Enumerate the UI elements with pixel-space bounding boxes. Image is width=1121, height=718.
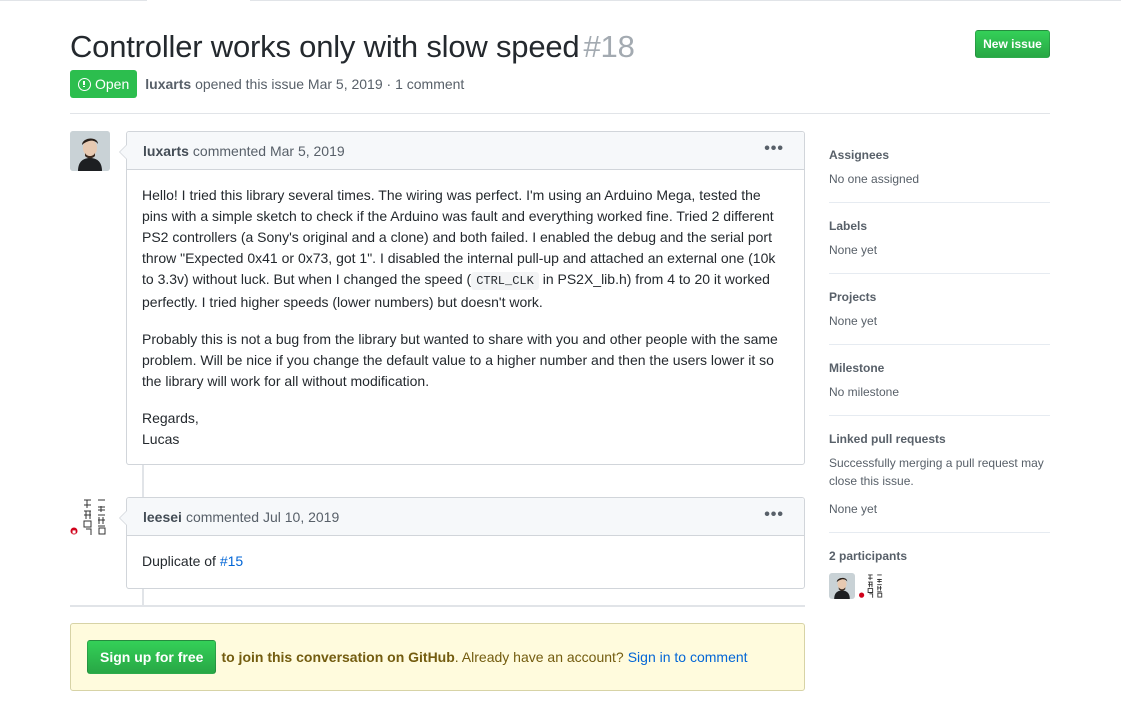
issue-author-link[interactable]: luxarts — [145, 76, 191, 92]
issue-opened-text: opened this issue Mar 5, 2019 · 1 commen… — [195, 76, 465, 92]
sidebar-linked-prs: Linked pull requests Successfully mergin… — [829, 416, 1050, 533]
sidebar-value: None yet — [829, 243, 878, 257]
comment-timestamp[interactable]: commented Mar 5, 2019 — [193, 143, 345, 159]
comment-author[interactable]: leesei — [143, 509, 182, 525]
comment-paragraph: Hello! I tried this library several time… — [142, 187, 776, 310]
issue-title: Controller works only with slow speed #18 — [70, 27, 635, 67]
svg-text:■: ■ — [72, 529, 76, 534]
sidebar-heading: Milestone — [829, 361, 885, 375]
sidebar-heading: Assignees — [829, 148, 890, 162]
avatar-luxarts[interactable] — [70, 131, 110, 171]
sidebar-value: None yet — [829, 502, 878, 516]
sidebar-milestone: Milestone No milestone — [829, 345, 1050, 416]
comment-menu-icon[interactable]: ••• — [764, 141, 784, 157]
avatar-leesei-image: ■ — [70, 497, 110, 537]
sidebar-value: No one assigned — [829, 172, 920, 186]
sign-in-link[interactable]: Sign in to comment — [628, 649, 748, 665]
comment-menu-icon[interactable]: ••• — [764, 507, 784, 523]
active-tab-gap — [147, 0, 250, 2]
issue-meta-text: luxarts opened this issue Mar 5, 2019 · … — [145, 76, 464, 92]
comment-timestamp[interactable]: commented Jul 10, 2019 — [186, 509, 339, 525]
header-divider — [70, 113, 1050, 114]
issue-number: #18 — [583, 29, 635, 64]
issue-header: Controller works only with slow speed #18… — [70, 27, 1050, 67]
join-text: to join this conversation on GitHub — [221, 649, 455, 665]
signup-prompt: Sign up for free to join this conversati… — [70, 623, 805, 691]
sign-up-button[interactable]: Sign up for free — [87, 640, 217, 674]
comment-2: leesei commented Jul 10, 2019 ••• Duplic… — [119, 497, 805, 589]
new-issue-button[interactable]: New issue — [975, 30, 1050, 58]
avatar-leesei[interactable]: ■ — [70, 497, 110, 537]
comment-text: Duplicate of — [142, 553, 220, 569]
sidebar-description: Successfully merging a pull request may … — [829, 456, 1044, 488]
state-label: Open — [95, 76, 130, 92]
comment-author[interactable]: luxarts — [143, 143, 189, 159]
issue-meta: Open luxarts opened this issue Mar 5, 20… — [70, 70, 464, 98]
state-badge: Open — [70, 70, 138, 98]
issue-sidebar: Assignees No one assigned Labels None ye… — [829, 131, 1050, 613]
participant-avatars — [829, 573, 1050, 599]
duplicate-issue-link[interactable]: #15 — [220, 553, 243, 569]
participant-avatar-image — [829, 573, 855, 599]
sidebar-heading: Linked pull requests — [829, 432, 946, 446]
sidebar-projects: Projects None yet — [829, 274, 1050, 345]
comment-header: leesei commented Jul 10, 2019 ••• — [127, 498, 804, 536]
comment-paragraph: Probably this is not a bug from the libr… — [142, 331, 778, 389]
issue-title-text: Controller works only with slow speed — [70, 29, 580, 64]
participant-avatar-luxarts[interactable] — [829, 573, 855, 599]
participant-avatar-leesei[interactable] — [859, 573, 885, 599]
already-account-text: . Already have an account? — [454, 649, 624, 665]
sidebar-participants: 2 participants — [829, 533, 1050, 613]
sidebar-value: None yet — [829, 314, 878, 328]
comment-header: luxarts commented Mar 5, 2019 ••• — [127, 132, 804, 170]
sidebar-value: No milestone — [829, 385, 900, 399]
discussion-end-divider — [70, 605, 805, 607]
sidebar-labels: Labels None yet — [829, 203, 1050, 274]
inline-code: CTRL_CLK — [471, 272, 539, 290]
comment-body: Duplicate of #15 — [127, 536, 804, 587]
sidebar-heading: 2 participants — [829, 549, 908, 563]
sidebar-assignees: Assignees No one assigned — [829, 131, 1050, 203]
sidebar-heading: Labels — [829, 219, 868, 233]
avatar-luxarts-image — [70, 131, 110, 171]
comment-body: Hello! I tried this library several time… — [127, 170, 804, 465]
participant-avatar-image — [859, 573, 885, 599]
comment-signoff: Regards, Lucas — [142, 410, 199, 447]
comment-1: luxarts commented Mar 5, 2019 ••• Hello!… — [119, 131, 805, 465]
sidebar-heading: Projects — [829, 290, 877, 304]
issue-opened-icon — [78, 77, 91, 91]
